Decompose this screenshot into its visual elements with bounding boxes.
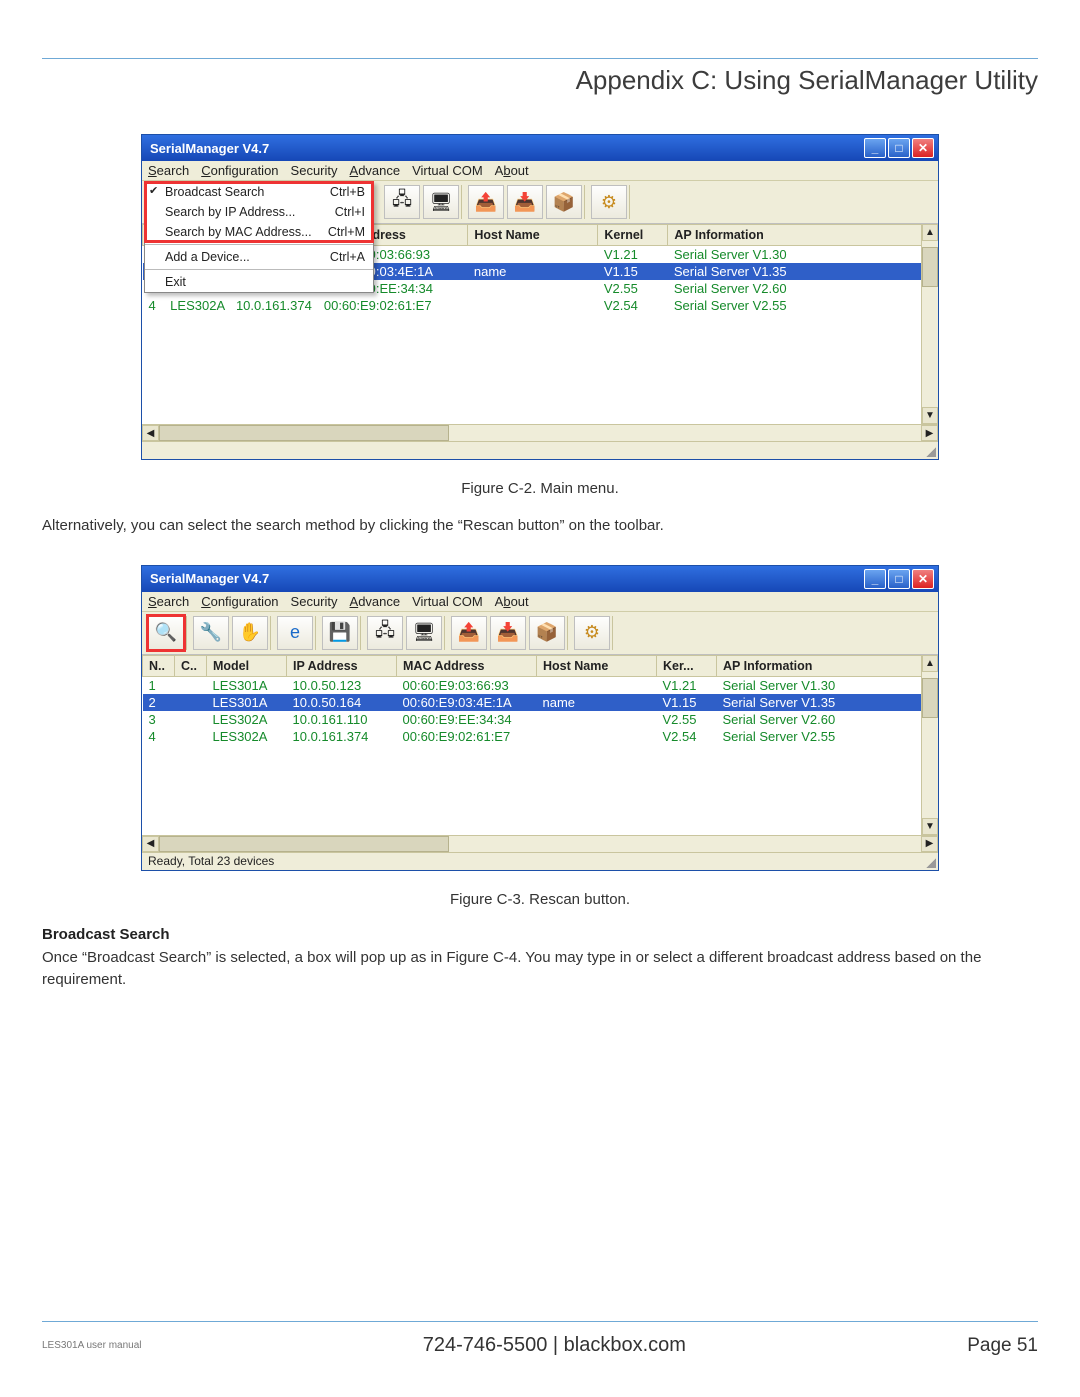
- col-c[interactable]: C..: [175, 655, 207, 676]
- minimize-button[interactable]: _: [864, 138, 886, 158]
- col-kernel[interactable]: Ker...: [657, 655, 717, 676]
- col-ap[interactable]: AP Information: [668, 225, 938, 246]
- scroll-left-icon[interactable]: ◀: [142, 425, 159, 441]
- titlebar[interactable]: SerialManager V4.7 _ □ ✕: [142, 135, 938, 161]
- menu-advance[interactable]: Advance: [350, 163, 401, 178]
- col-kernel[interactable]: Kernel: [598, 225, 668, 246]
- footer-page-number: Page 51: [967, 1335, 1038, 1357]
- maximize-button[interactable]: □: [888, 569, 910, 589]
- menubar[interactable]: Search Configuration Security Advance Vi…: [142, 592, 938, 612]
- menu-item-search-by-mac[interactable]: Search by MAC Address...Ctrl+M: [145, 222, 373, 242]
- window-title: SerialManager V4.7: [150, 571, 269, 586]
- status-text: Ready, Total 23 devices: [148, 854, 274, 868]
- rescan-button[interactable]: 🔍: [148, 616, 184, 650]
- settings-icon[interactable]: ⚙: [591, 185, 627, 219]
- body-paragraph-1: Alternatively, you can select the search…: [42, 515, 1038, 537]
- menu-configuration[interactable]: Configuration: [201, 594, 278, 609]
- menu-search[interactable]: Search: [148, 163, 189, 178]
- menubar[interactable]: Search Configuration Security Advance Vi…: [142, 161, 938, 181]
- page-title: Appendix C: Using SerialManager Utility: [42, 65, 1038, 96]
- table-row[interactable]: 4LES302A10.0.161.37400:60:E9:02:61:E7V2.…: [143, 728, 938, 745]
- export-icon[interactable]: 📤: [468, 185, 504, 219]
- table-row[interactable]: 1LES301A10.0.50.12300:60:E9:03:66:93V1.2…: [143, 676, 938, 694]
- menu-security[interactable]: Security: [291, 594, 338, 609]
- scroll-right-icon[interactable]: ▶: [921, 425, 938, 441]
- serialmanager-window-2: SerialManager V4.7 _ □ ✕ Search Configur…: [141, 565, 939, 871]
- vertical-scrollbar[interactable]: ▲ ▼: [921, 224, 938, 424]
- footer-manual-id: LES301A user manual: [42, 1340, 142, 1351]
- statusbar: [142, 441, 938, 459]
- horizontal-scrollbar[interactable]: ◀ ▶: [142, 424, 938, 441]
- close-button[interactable]: ✕: [912, 569, 934, 589]
- monitor-icon[interactable]: 🖥: [423, 185, 459, 219]
- menu-item-exit[interactable]: Exit: [145, 272, 373, 292]
- horizontal-scrollbar[interactable]: ◀ ▶: [142, 835, 938, 852]
- menu-item-search-by-ip[interactable]: Search by IP Address...Ctrl+I: [145, 202, 373, 222]
- menu-item-add-device[interactable]: Add a Device...Ctrl+A: [145, 247, 373, 267]
- menu-about[interactable]: About: [495, 594, 529, 609]
- scroll-up-icon[interactable]: ▲: [922, 224, 938, 241]
- tool-icon-1[interactable]: 🔧: [193, 616, 229, 650]
- serialmanager-window-1: SerialManager V4.7 _ □ ✕ Search Configur…: [141, 134, 939, 460]
- table-row[interactable]: 3LES302A10.0.161.11000:60:E9:EE:34:34V2.…: [143, 711, 938, 728]
- monitor-icon[interactable]: 🖥: [406, 616, 442, 650]
- download-icon[interactable]: 📦: [529, 616, 565, 650]
- minimize-button[interactable]: _: [864, 569, 886, 589]
- device-table: N.. C.. Model IP Address MAC Address Hos…: [142, 654, 938, 835]
- section-heading-broadcast-search: Broadcast Search: [42, 926, 1038, 943]
- settings-icon[interactable]: ⚙: [574, 616, 610, 650]
- menu-about[interactable]: About: [495, 163, 529, 178]
- import-icon[interactable]: 📥: [490, 616, 526, 650]
- menu-configuration[interactable]: Configuration: [201, 163, 278, 178]
- maximize-button[interactable]: □: [888, 138, 910, 158]
- col-ip[interactable]: IP Address: [287, 655, 397, 676]
- col-n[interactable]: N..: [143, 655, 175, 676]
- col-model[interactable]: Model: [207, 655, 287, 676]
- browser-icon[interactable]: e: [277, 616, 313, 650]
- export-icon[interactable]: 📤: [451, 616, 487, 650]
- toolbar: 🔍 🔧 ✋ e 💾 🖧 🖥 📤 📥 📦 ⚙: [142, 612, 938, 654]
- table-row[interactable]: 4 LES302A 10.0.161.37400:60:E9:02:61:E7V…: [143, 297, 938, 314]
- window-title: SerialManager V4.7: [150, 141, 269, 156]
- menu-security[interactable]: Security: [291, 163, 338, 178]
- menu-virtual-com[interactable]: Virtual COM: [412, 594, 483, 609]
- statusbar: Ready, Total 23 devices: [142, 852, 938, 870]
- tool-icon-2[interactable]: ✋: [232, 616, 268, 650]
- close-button[interactable]: ✕: [912, 138, 934, 158]
- scroll-up-icon[interactable]: ▲: [922, 655, 938, 672]
- network-icon[interactable]: 🖧: [384, 185, 420, 219]
- disk-icon[interactable]: 💾: [322, 616, 358, 650]
- col-ap[interactable]: AP Information: [717, 655, 938, 676]
- menu-search[interactable]: Search: [148, 594, 189, 609]
- scroll-right-icon[interactable]: ▶: [921, 836, 938, 852]
- search-dropdown[interactable]: Broadcast SearchCtrl+B Search by IP Addr…: [144, 181, 374, 293]
- col-mac[interactable]: MAC Address: [397, 655, 537, 676]
- import-icon[interactable]: 📥: [507, 185, 543, 219]
- col-host[interactable]: Host Name: [537, 655, 657, 676]
- vertical-scrollbar[interactable]: ▲ ▼: [921, 655, 938, 835]
- titlebar[interactable]: SerialManager V4.7 _ □ ✕: [142, 566, 938, 592]
- scroll-down-icon[interactable]: ▼: [922, 407, 938, 424]
- figure-caption-c2: Figure C-2. Main menu.: [42, 480, 1038, 497]
- body-paragraph-2: Once “Broadcast Search” is selected, a b…: [42, 947, 1038, 991]
- menu-item-broadcast-search[interactable]: Broadcast SearchCtrl+B: [145, 182, 373, 202]
- menu-virtual-com[interactable]: Virtual COM: [412, 163, 483, 178]
- scroll-left-icon[interactable]: ◀: [142, 836, 159, 852]
- figure-caption-c3: Figure C-3. Rescan button.: [42, 891, 1038, 908]
- network-icon[interactable]: 🖧: [367, 616, 403, 650]
- page-footer: LES301A user manual 724-746-5500 | black…: [42, 1321, 1038, 1357]
- menu-advance[interactable]: Advance: [350, 594, 401, 609]
- table-row[interactable]: 2LES301A10.0.50.16400:60:E9:03:4E:1Aname…: [143, 694, 938, 711]
- scroll-down-icon[interactable]: ▼: [922, 818, 938, 835]
- col-host[interactable]: Host Name: [468, 225, 598, 246]
- footer-contact: 724-746-5500 | blackbox.com: [142, 1334, 968, 1357]
- download-icon[interactable]: 📦: [546, 185, 582, 219]
